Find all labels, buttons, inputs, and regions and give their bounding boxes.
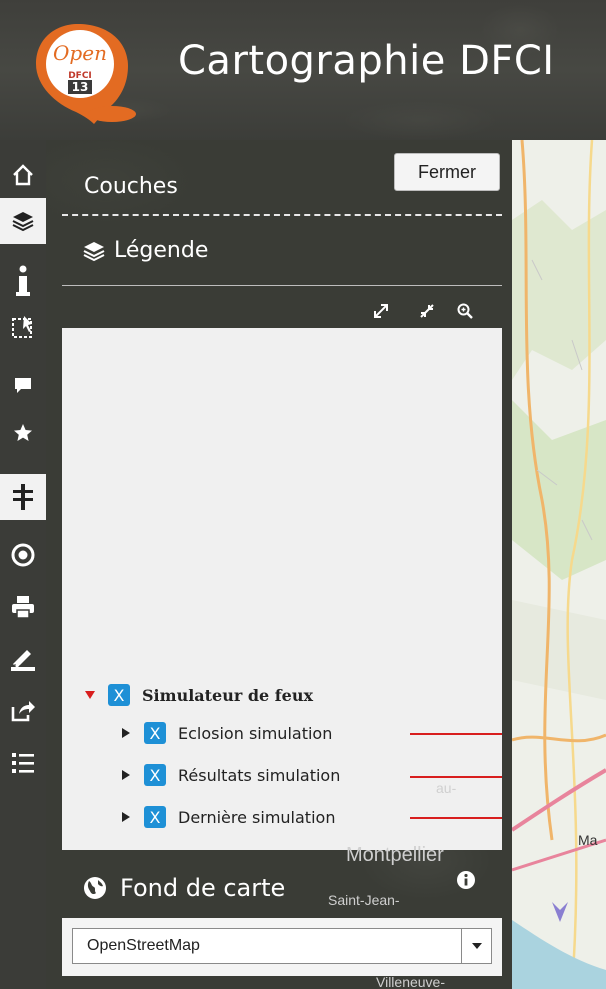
map-view[interactable]: Ma <box>512 140 606 989</box>
zoom-button[interactable] <box>454 300 476 322</box>
favorites-button[interactable] <box>0 410 46 456</box>
map-label-au: au- <box>436 780 457 796</box>
home-icon <box>13 164 33 186</box>
measure-button[interactable] <box>0 636 46 682</box>
chevron-down-icon <box>471 943 482 949</box>
caret-right-icon[interactable] <box>120 811 132 823</box>
home-button[interactable] <box>0 152 46 198</box>
tree-group-row[interactable]: X Simulateur de feux <box>84 680 313 710</box>
map-label-villeneuve: Villeneuve- <box>376 974 446 989</box>
layer-label: Dernière simulation <box>178 807 336 827</box>
dropdown-arrow[interactable] <box>461 929 491 963</box>
measure-icon <box>11 650 35 671</box>
layers-panel: Couches Fermer Légende X Simulateur de f… <box>46 140 512 989</box>
basemap-header: Fond de carte <box>82 874 285 902</box>
expand-icon <box>374 304 388 318</box>
legend-line-symbol <box>410 733 502 735</box>
layer-checkbox[interactable]: X <box>144 722 166 744</box>
tree-item-row[interactable]: X Dernière simulation <box>120 802 335 832</box>
app-logo: Open DFCI 13 <box>28 20 140 128</box>
close-button[interactable]: Fermer <box>394 153 500 191</box>
tree-item-row[interactable]: X Résultats simulation <box>120 760 340 790</box>
group-checkbox[interactable]: X <box>108 684 130 706</box>
caret-right-icon[interactable] <box>120 769 132 781</box>
fire-simulator-icon <box>13 484 33 510</box>
map-label-montpellier: Montpellier <box>346 844 444 866</box>
group-label: Simulateur de feux <box>142 685 314 705</box>
print-icon <box>12 596 34 619</box>
print-button[interactable] <box>0 584 46 630</box>
basemap-select[interactable]: OpenStreetMap <box>72 928 492 964</box>
layers-icon <box>12 212 34 232</box>
list-button[interactable] <box>0 740 46 786</box>
basemap-info-button[interactable] <box>456 870 476 890</box>
svg-text:13: 13 <box>72 80 89 94</box>
globe-icon <box>84 877 106 899</box>
comment-button[interactable] <box>0 362 46 408</box>
tree-item-row[interactable]: X Eclosion simulation <box>120 718 332 748</box>
basemap-label: Fond de carte <box>120 874 286 902</box>
expand-all-button[interactable] <box>370 300 392 322</box>
info-letter-icon <box>16 265 30 296</box>
map-label-saint-jean: Saint-Jean- <box>328 892 400 908</box>
info-circle-icon <box>457 871 475 889</box>
target-icon <box>11 543 35 567</box>
left-toolbar <box>0 140 46 989</box>
basemap-select-wrapper: OpenStreetMap <box>62 918 502 976</box>
caret-right-icon[interactable] <box>120 727 132 739</box>
divider <box>62 285 502 286</box>
legend-line-symbol <box>410 817 502 819</box>
comment-icon <box>15 378 31 393</box>
layer-checkbox[interactable]: X <box>144 806 166 828</box>
divider <box>62 214 502 216</box>
layers-icon <box>83 241 105 261</box>
star-icon <box>14 424 32 441</box>
legend-label: Légende <box>114 238 209 263</box>
caret-down-icon[interactable] <box>84 689 96 701</box>
layers-button[interactable] <box>0 198 46 244</box>
panel-title: Couches <box>84 174 178 199</box>
share-icon <box>11 701 35 722</box>
app-header: Open DFCI 13 Cartographie DFCI <box>0 0 606 140</box>
legend-header[interactable]: Légende <box>82 238 208 263</box>
target-button[interactable] <box>0 532 46 578</box>
layer-label: Eclosion simulation <box>178 723 333 743</box>
collapse-all-button[interactable] <box>416 300 438 322</box>
selection-icon <box>12 316 32 338</box>
list-icon <box>12 753 34 773</box>
zoom-icon <box>457 303 473 319</box>
app-title: Cartographie DFCI <box>178 38 555 84</box>
svg-text:Open: Open <box>53 41 107 65</box>
collapse-icon <box>420 304 434 318</box>
layer-checkbox[interactable]: X <box>144 764 166 786</box>
map-label-ma: Ma <box>578 832 598 848</box>
share-button[interactable] <box>0 688 46 734</box>
layer-label: Résultats simulation <box>178 765 341 785</box>
info-button[interactable] <box>0 258 46 304</box>
legend-line-symbol <box>410 776 502 778</box>
fire-simulator-button[interactable] <box>0 474 46 520</box>
select-value: OpenStreetMap <box>87 937 200 954</box>
legend-tree: X Simulateur de feux X Eclosion simulati… <box>62 328 502 850</box>
selection-button[interactable] <box>0 304 46 350</box>
